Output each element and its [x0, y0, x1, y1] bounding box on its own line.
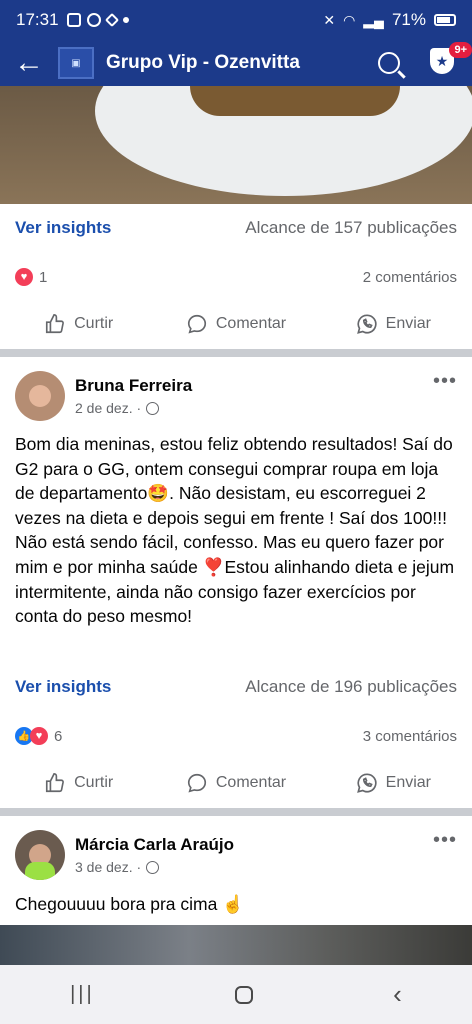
post2-insights-row: Ver insights Alcance de 196 publicações: [0, 667, 472, 707]
post2-reach: Alcance de 196 publicações: [245, 677, 457, 696]
status-notification-icons: [66, 12, 129, 28]
avatar-face: [29, 385, 51, 407]
post3-date[interactable]: 3 de dez. ·: [75, 859, 141, 875]
battery-icon: [434, 14, 456, 26]
wifi-icon: ◠: [343, 11, 356, 28]
post1-reactions-row: ♥ 1 2 comentários: [0, 259, 472, 295]
post1-reaction-count[interactable]: 1: [39, 269, 47, 286]
thumbs-up-icon: [44, 772, 66, 794]
post1-send-button[interactable]: Enviar: [315, 313, 472, 335]
search-icon[interactable]: [378, 52, 400, 74]
mute-icon: ✕: [323, 11, 336, 28]
post1-actions: Curtir Comentar Enviar: [0, 304, 472, 344]
post1-view-insights-link[interactable]: Ver insights: [15, 218, 111, 238]
post2-text: Bom dia meninas, estou feliz obtendo res…: [15, 434, 455, 627]
telegram-icon: [104, 12, 119, 28]
back-arrow-icon[interactable]: ←: [14, 48, 50, 78]
status-right: ✕ ◠ ▂▄ 71%: [323, 10, 456, 30]
post2-comment-label: Comentar: [215, 774, 287, 791]
post1-like-label: Curtir: [74, 315, 114, 332]
post2-reaction-count[interactable]: 6: [54, 728, 62, 745]
post3-author-info: Márcia Carla Araújo 3 de dez. ·: [75, 835, 234, 875]
admin-notifications-button[interactable]: ★ 9+: [430, 42, 472, 78]
status-time: 17:31: [16, 10, 59, 29]
post2-more-options-icon[interactable]: •••: [433, 370, 457, 393]
more-notifications-dot: [122, 17, 129, 23]
post1-comment-label: Comentar: [215, 315, 287, 332]
post3-text: Chegouuuu bora pra cima ☝️: [15, 894, 245, 914]
post2-send-label: Enviar: [385, 774, 431, 791]
post2-meta: 2 de dez. ·: [75, 400, 192, 416]
home-icon[interactable]: [234, 985, 253, 1004]
comment-bubble-icon: [186, 313, 208, 335]
post3-more-options-icon[interactable]: •••: [433, 829, 457, 852]
post3-author-row: Márcia Carla Araújo 3 de dez. ·: [15, 830, 234, 880]
post2-like-label: Curtir: [74, 774, 114, 791]
post3-author-name[interactable]: Márcia Carla Araújo: [75, 835, 234, 855]
group-logo-icon[interactable]: ▣: [58, 47, 94, 79]
signal-icon: ▂▄: [363, 11, 384, 28]
notification-badge: 9+: [449, 42, 472, 58]
post2-author-info: Bruna Ferreira 2 de dez. ·: [75, 376, 192, 416]
whatsapp-icon: [86, 13, 101, 27]
love-reaction-icon[interactable]: ♥: [15, 268, 33, 286]
top-bar: 17:31 ✕ ◠ ▂▄ 71% ← ▣ Grupo Vip - Ozenvit…: [0, 0, 472, 86]
battery-level: 71%: [391, 10, 426, 29]
status-bar: 17:31 ✕ ◠ ▂▄ 71%: [0, 0, 472, 40]
post-separator: [0, 808, 472, 816]
thumbs-up-icon: [44, 313, 66, 335]
globe-icon: [146, 401, 160, 415]
post2-view-insights-link[interactable]: Ver insights: [15, 677, 111, 697]
post2-reactions-row: 👍 ♥ 6 3 comentários: [0, 718, 472, 754]
post2-actions: Curtir Comentar Enviar: [0, 763, 472, 803]
love-reaction-icon[interactable]: ♥: [30, 727, 48, 745]
post2-comment-button[interactable]: Comentar: [157, 772, 314, 794]
post-image[interactable]: [0, 86, 472, 204]
whatsapp-send-icon: [356, 772, 378, 794]
post2-avatar[interactable]: [15, 371, 65, 421]
back-chevron-icon[interactable]: ‹: [393, 979, 402, 1010]
whatsapp-send-icon: [356, 313, 378, 335]
app-bar: ← ▣ Grupo Vip - Ozenvitta ★ 9+: [0, 40, 472, 86]
post2-comments-count[interactable]: 3 comentários: [363, 728, 457, 745]
post2-send-button[interactable]: Enviar: [315, 772, 472, 794]
gallery-icon: [66, 13, 81, 27]
food-shape: [190, 86, 400, 116]
post2-like-button[interactable]: Curtir: [0, 772, 157, 794]
system-nav-bar: ||| ‹: [0, 965, 472, 1024]
post1-reach: Alcance de 157 publicações: [245, 218, 457, 237]
post2-author-row: Bruna Ferreira 2 de dez. ·: [15, 371, 192, 421]
post2-date[interactable]: 2 de dez. ·: [75, 400, 141, 416]
post-separator: [0, 349, 472, 357]
post1-comment-button[interactable]: Comentar: [157, 313, 314, 335]
post3-meta: 3 de dez. ·: [75, 859, 234, 875]
post3-image[interactable]: [0, 925, 472, 965]
post2-author-name[interactable]: Bruna Ferreira: [75, 376, 192, 396]
globe-icon: [146, 860, 160, 874]
recent-apps-icon[interactable]: |||: [70, 983, 95, 1006]
post1-insights-row: Ver insights Alcance de 157 publicações: [0, 208, 472, 248]
group-title[interactable]: Grupo Vip - Ozenvitta: [106, 52, 300, 74]
post3-avatar[interactable]: [15, 830, 65, 880]
avatar-shirt: [25, 862, 55, 880]
comment-bubble-icon: [186, 772, 208, 794]
post1-comments-count[interactable]: 2 comentários: [363, 269, 457, 286]
post1-like-button[interactable]: Curtir: [0, 313, 157, 335]
post1-send-label: Enviar: [385, 315, 431, 332]
